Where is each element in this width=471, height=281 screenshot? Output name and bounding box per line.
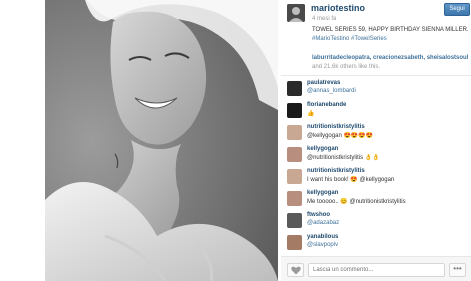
- comment-item: yanabilous @slavpopiv: [281, 232, 471, 256]
- comment-avatar[interactable]: [287, 81, 302, 96]
- post-photo-image: [45, 0, 278, 281]
- comment-item: nutritionistkristylitis @kellygogan 😍😍😍😍: [281, 122, 471, 146]
- likes-summary: laburritadecleopatra, creacionezsabeth, …: [312, 54, 469, 72]
- comment-username[interactable]: nutritionistkristylitis: [307, 124, 365, 130]
- post-timestamp: 4 mesi fa: [312, 16, 337, 22]
- comment-footer: •••: [281, 256, 471, 281]
- comment-text: @annas_lombardi: [307, 88, 356, 94]
- page-background: [0, 0, 45, 281]
- comment-text: I want his book! 😍 @kellygogan: [307, 177, 395, 183]
- comment-text: @kellygogan 😍😍😍😍: [307, 133, 374, 139]
- heart-icon: [291, 266, 301, 275]
- comment-username[interactable]: kellygogan: [307, 146, 338, 152]
- likes-suffix: and 21.6k others like this.: [312, 64, 381, 70]
- like-button[interactable]: [287, 263, 304, 277]
- comment-avatar[interactable]: [287, 235, 302, 250]
- post-caption: TOWEL SERIES 59, HAPPY BIRTHDAY SIENNA M…: [312, 27, 469, 33]
- comment-username[interactable]: nutritionistkristylitis: [307, 168, 365, 174]
- comment-avatar[interactable]: [287, 213, 302, 228]
- post-details-panel: mariotestino 4 mesi fa Segui TOWEL SERIE…: [281, 0, 471, 281]
- comment-text: @adazabaz: [307, 220, 340, 226]
- comment-avatar[interactable]: [287, 125, 302, 140]
- ellipsis-icon: •••: [453, 264, 462, 273]
- avatar[interactable]: [287, 4, 305, 22]
- post-hashtags[interactable]: #MarioTestino #TowelSeries: [312, 36, 387, 42]
- comment-text: @nutritionistkristylitis 👌👌: [307, 155, 380, 161]
- comment-item: kellygogan Me tooooo.. 😊 @nutritionistkr…: [281, 188, 471, 212]
- comment-username[interactable]: paulatrevas: [307, 80, 340, 86]
- comment-avatar[interactable]: [287, 103, 302, 118]
- comment-item: nutritionistkristylitis I want his book!…: [281, 166, 471, 190]
- comment-username[interactable]: florianebande: [307, 102, 346, 108]
- comment-item: kellygogan @nutritionistkristylitis 👌👌: [281, 144, 471, 168]
- comment-username[interactable]: kellygogan: [307, 190, 338, 196]
- comment-avatar[interactable]: [287, 169, 302, 184]
- post-header: mariotestino 4 mesi fa Segui TOWEL SERIE…: [281, 0, 471, 76]
- comment-text: 👍: [307, 111, 315, 117]
- comment-avatar[interactable]: [287, 147, 302, 162]
- comment-input[interactable]: [308, 263, 445, 277]
- comment-username[interactable]: ftwshoo: [307, 212, 330, 218]
- comment-username[interactable]: yanabilous: [307, 234, 338, 240]
- follow-button[interactable]: Segui: [444, 3, 470, 16]
- comment-text: Me tooooo.. 😊 @nutritionistkristylitis: [307, 199, 406, 205]
- post-photo[interactable]: [45, 0, 278, 281]
- comment-item: ftwshoo @adazabaz: [281, 210, 471, 234]
- likes-names[interactable]: laburritadecleopatra, creacionezsabeth, …: [312, 55, 468, 61]
- post-username[interactable]: mariotestino: [311, 3, 365, 13]
- more-options-button[interactable]: •••: [449, 263, 466, 277]
- comment-item: paulatrevas @annas_lombardi: [281, 78, 471, 102]
- comment-text: @slavpopiv: [307, 242, 339, 248]
- comment-avatar[interactable]: [287, 191, 302, 206]
- comment-item: florianebande 👍: [281, 100, 471, 124]
